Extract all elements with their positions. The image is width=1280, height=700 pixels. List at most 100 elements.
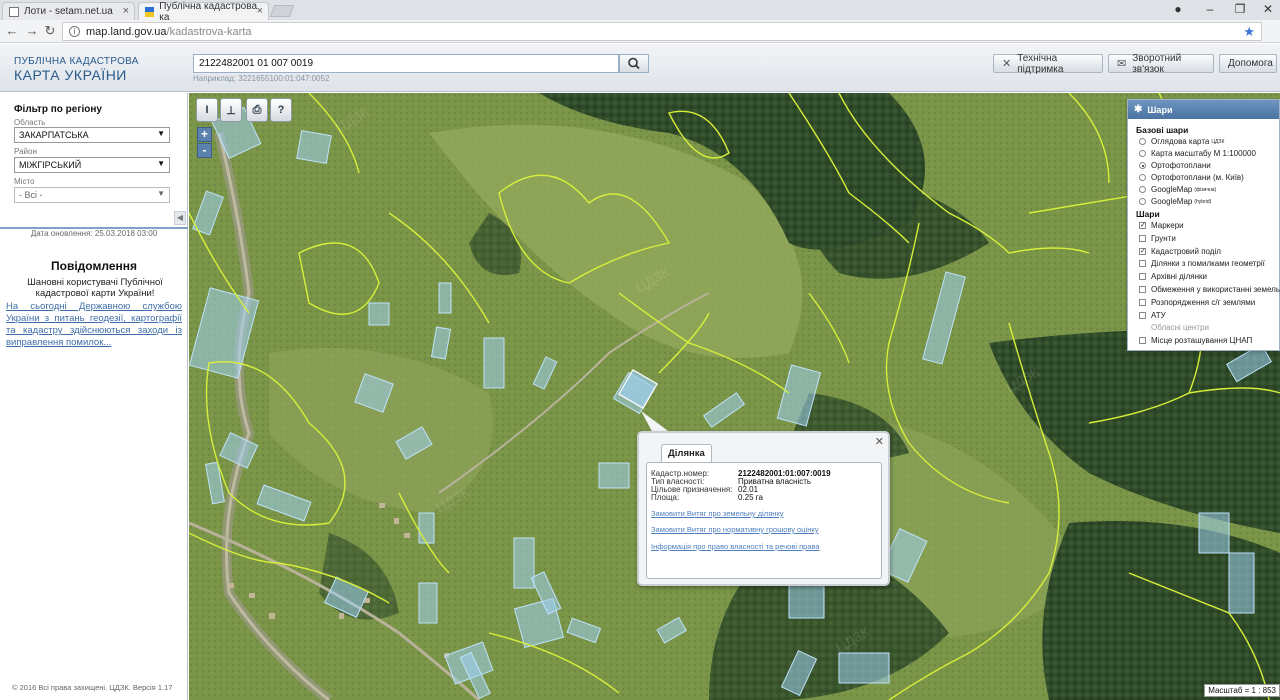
reload-icon[interactable]: ↻ (42, 23, 58, 39)
base-layer-option[interactable]: Ортофотоплани (1139, 161, 1211, 170)
address-bar[interactable]: i map.land.gov.ua /kadastrova-karta ★ (62, 22, 1262, 41)
base-layer-option[interactable]: Карта масштабу М 1:100000 (1139, 149, 1256, 158)
overlay-layer-option[interactable]: Обмеження у використанні земель (1139, 285, 1280, 294)
overlay-layer-option[interactable]: Розпорядження с/г землями (1139, 298, 1255, 307)
overlay-layer-option[interactable]: Грунти (1139, 234, 1176, 243)
zoom-in-button[interactable]: + (197, 127, 212, 142)
oblast-select[interactable]: ЗАКАРПАТСЬКА ▼ (14, 127, 170, 143)
radio-icon[interactable] (1139, 186, 1146, 193)
zoom-out-button[interactable]: - (197, 143, 212, 158)
oblast-label: Область (14, 118, 46, 127)
browser-tab-setam[interactable]: Лоти - setam.net.ua × (2, 2, 135, 20)
radio-icon[interactable] (1139, 174, 1146, 181)
overlay-layer-option: Обласні центри (1139, 323, 1209, 332)
messages-text: Шановні користувачі Публічної кадастрово… (27, 277, 163, 299)
overlay-layer-label: Архівні ділянки (1151, 272, 1207, 281)
misto-value: - Всі - (19, 190, 43, 200)
footer-copyright: © 2016 Всі права захищені. ЦДЗК. Версія … (12, 683, 173, 692)
rayon-label: Район (14, 147, 37, 156)
misto-label: Місто (14, 177, 35, 186)
checkbox-icon[interactable] (1139, 312, 1146, 319)
profile-icon[interactable]: ● (1170, 2, 1186, 16)
update-date: Дата оновлення: 25.03.2018 03:00 (30, 229, 158, 238)
overlay-layer-option[interactable]: Архівні ділянки (1139, 272, 1207, 281)
parcel-popup: ✕ Ділянка Кадастр.номер: 2122482001:01:0… (637, 431, 890, 586)
maximize-icon[interactable]: ❐ (1232, 2, 1248, 16)
forward-icon[interactable]: → (24, 23, 40, 39)
base-layer-label: Ортофотоплани (м. Київ) (1151, 173, 1244, 182)
overlay-layer-option[interactable]: ✓ Кадастровий поділ (1139, 247, 1221, 256)
overlay-layers-title: Шари (1136, 209, 1160, 219)
feedback-label: Зворотний зв'язок (1132, 52, 1182, 75)
tools-icon: ✕ (1002, 58, 1012, 70)
radio-icon[interactable] (1139, 150, 1146, 157)
overlay-layer-option[interactable]: АТУ (1139, 311, 1166, 320)
base-layer-option[interactable]: GoogleMap (фізична) (1139, 185, 1216, 194)
close-icon[interactable]: ✕ (875, 435, 884, 448)
bookmark-star-icon[interactable]: ★ (1243, 24, 1255, 40)
order-valuation-link[interactable]: Замовити Витяг про нормативну грошову оц… (651, 525, 818, 534)
area-label: Площа: (651, 493, 680, 502)
overlay-layer-option[interactable]: Ділянки з помилками геометрії (1139, 259, 1265, 268)
checkbox-icon[interactable] (1139, 235, 1146, 242)
misto-select[interactable]: - Всі - ▼ (14, 187, 170, 203)
radio-icon[interactable] (1139, 162, 1146, 169)
base-layer-option[interactable]: Оглядова карта ЦДЗК (1139, 137, 1224, 146)
overlay-layer-label: Маркери (1151, 221, 1184, 230)
checkbox-checked-icon[interactable]: ✓ (1139, 222, 1146, 229)
overlay-layer-label: Кадастровий поділ (1151, 247, 1221, 256)
search-input[interactable]: 2122482001 01 007 0019 (193, 54, 619, 73)
window-close-icon[interactable]: ✕ (1260, 2, 1276, 16)
overlay-layer-option[interactable]: Місце розташування ЦНАП (1139, 336, 1252, 345)
measure-length-tool[interactable]: I (196, 98, 218, 122)
print-tool[interactable]: ⎙ (246, 98, 268, 122)
checkbox-icon[interactable] (1139, 260, 1146, 267)
base-layer-label: Карта масштабу М 1:100000 (1151, 149, 1256, 158)
identify-tool[interactable]: ? (270, 98, 292, 122)
search-icon (628, 57, 640, 70)
collapse-sidebar-button[interactable]: ◀ (174, 211, 186, 225)
checkbox-checked-icon[interactable]: ✓ (1139, 248, 1146, 255)
envelope-icon: ✉ (1117, 58, 1127, 70)
rayon-select[interactable]: МІЖГІРСЬКИЙ ▼ (14, 157, 170, 173)
checkbox-icon[interactable] (1139, 286, 1146, 293)
url-host: map.land.gov.ua (86, 25, 167, 38)
ownership-info-link[interactable]: Інформація про право власності та речові… (651, 542, 820, 551)
messages-link[interactable]: На сьогодні Державною службою України з … (6, 301, 182, 349)
checkbox-icon[interactable] (1139, 299, 1146, 306)
pointer-info-icon: ? (277, 104, 285, 116)
checkbox-icon[interactable] (1139, 337, 1146, 344)
overlay-layer-label: Грунти (1151, 234, 1176, 243)
radio-icon[interactable] (1139, 198, 1146, 205)
checkbox-icon[interactable] (1139, 273, 1146, 280)
new-tab-button[interactable] (269, 5, 295, 17)
close-icon[interactable]: × (257, 5, 263, 17)
info-icon[interactable]: i (69, 26, 80, 37)
measure-length-icon: I (205, 104, 209, 116)
gear-icon: ✱ (1134, 104, 1143, 115)
browser-tabbar: Лоти - setam.net.ua × Публічна кадастров… (0, 0, 1280, 23)
base-layer-note: ЦДЗК (1211, 138, 1225, 145)
measure-area-tool[interactable]: ⊥ (220, 98, 242, 122)
oblast-value: ЗАКАРПАТСЬКА (19, 130, 89, 140)
minimize-icon[interactable]: – (1202, 2, 1218, 16)
feedback-button[interactable]: ✉ Зворотний зв'язок (1108, 52, 1214, 75)
search-button[interactable] (619, 54, 649, 73)
close-icon[interactable]: × (123, 5, 129, 17)
browser-tab-cadastre[interactable]: Публічна кадастрова ка × (138, 1, 269, 23)
map-canvas[interactable]: ЦДЗК ЦДЗК ЦДЗК ЦДЗК ЦДЗК I ⊥ ⎙ ? + - ✕ Д… (189, 93, 1280, 700)
radio-icon[interactable] (1139, 138, 1146, 145)
orthophoto-map[interactable]: ЦДЗК ЦДЗК ЦДЗК ЦДЗК ЦДЗК (189, 93, 1280, 700)
support-button[interactable]: ✕ Технічна підтримка (993, 53, 1103, 75)
back-icon[interactable]: ← (4, 23, 20, 39)
help-button[interactable]: Допомога (1219, 54, 1277, 73)
base-layer-option[interactable]: GoogleMap (hybrid) (1139, 197, 1211, 206)
tab-parcel[interactable]: Ділянка (661, 444, 712, 462)
base-layer-label: Ортофотоплани (1151, 161, 1211, 170)
layers-header[interactable]: ✱ Шари (1128, 100, 1279, 119)
order-extract-link[interactable]: Замовити Витяг про земельну ділянку (651, 509, 784, 518)
overlay-layer-label: Розпорядження с/г землями (1151, 298, 1256, 307)
base-layer-option[interactable]: Ортофотоплани (м. Київ) (1139, 173, 1244, 182)
overlay-layer-option[interactable]: ✓ Маркери (1139, 221, 1184, 230)
search-hint: Наприклад: 3221655100:01:047:0052 (193, 74, 330, 83)
